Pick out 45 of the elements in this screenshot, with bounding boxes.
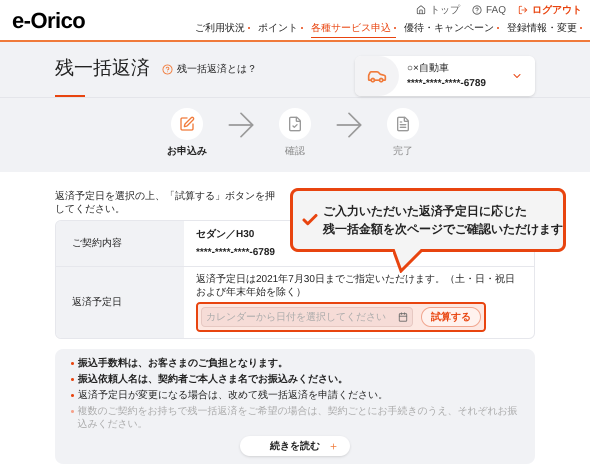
note-text: 複数のご契約をお持ちで残一括返済をご希望の場合は、契約ごとにお手続きのうえ、それぞれお振込みください。 xyxy=(78,405,519,431)
callout-text: 残一括金額を次ページでご確認いただけます xyxy=(323,221,563,238)
nav-item[interactable]: ポイント xyxy=(258,20,303,38)
nav-item[interactable]: 登録情報・変更 xyxy=(507,20,582,38)
bullet-icon xyxy=(71,410,74,413)
page-title: 残一括返済 xyxy=(55,57,150,82)
pen-document-icon xyxy=(179,116,195,132)
plus-icon xyxy=(329,442,338,450)
note-text: 返済予定日が変更になる場合は、改めて残一括返済を申請ください。 xyxy=(78,389,388,402)
document-icon xyxy=(395,116,411,132)
nav-item[interactable]: 各種サービス申込 xyxy=(311,20,396,38)
calculate-button[interactable]: 試算する xyxy=(421,307,481,327)
utility-link[interactable]: FAQ xyxy=(472,2,506,18)
contract-detail: セダン／H30 xyxy=(196,228,254,242)
row-label: 返済予定日 xyxy=(72,296,122,310)
nav-item[interactable]: ご利用状況 xyxy=(195,20,250,38)
nav-item[interactable]: 優待・キャンペーン xyxy=(404,20,499,38)
read-more-button[interactable]: 続きを読む xyxy=(240,436,350,456)
brand-logo[interactable]: e-Orico xyxy=(12,4,86,36)
help-icon xyxy=(472,5,482,15)
instruction-text: 返済予定日を選択の上、「試算する」ボタンを押してください。 xyxy=(55,190,275,217)
calendar-icon xyxy=(398,312,408,322)
utility-link[interactable]: ログアウト xyxy=(518,2,582,18)
bullet-icon xyxy=(71,362,74,365)
utility-link[interactable]: トップ xyxy=(416,2,460,18)
row-label: ご契約内容 xyxy=(72,236,122,251)
help-link[interactable]: 残一括返済とは？ xyxy=(162,62,257,77)
step-label: 完了 xyxy=(393,144,413,159)
home-icon xyxy=(416,5,426,15)
logout-icon xyxy=(518,5,528,15)
contract-name: ○×自動車 xyxy=(407,62,450,76)
note-text: 振込手数料は、お客さまのご負担となります。 xyxy=(78,357,288,370)
help-icon xyxy=(162,64,173,75)
card-number: ****-****-****-6789 xyxy=(407,77,487,91)
date-note: 返済予定日は2021年7月30日までご指定いただけます。（土・日・祝日および年末年始を除く） xyxy=(196,273,516,299)
step-label: お申込み xyxy=(167,144,207,159)
step-label: 確認 xyxy=(285,144,305,159)
check-document-icon xyxy=(287,116,303,132)
note-text: 振込依頼人名は、契約者ご本人さま名でお振込みください。 xyxy=(78,373,348,386)
callout-text: ご入力いただいた返済予定日に応じた xyxy=(323,203,528,220)
contract-card[interactable]: ○×自動車 ****-****-****-6789 xyxy=(355,56,535,96)
contract-detail: ****-****-****-6789 xyxy=(196,246,275,260)
bullet-icon xyxy=(71,378,74,381)
date-field[interactable]: カレンダーから日付を選択してください xyxy=(201,307,413,327)
bullet-icon xyxy=(71,394,74,397)
